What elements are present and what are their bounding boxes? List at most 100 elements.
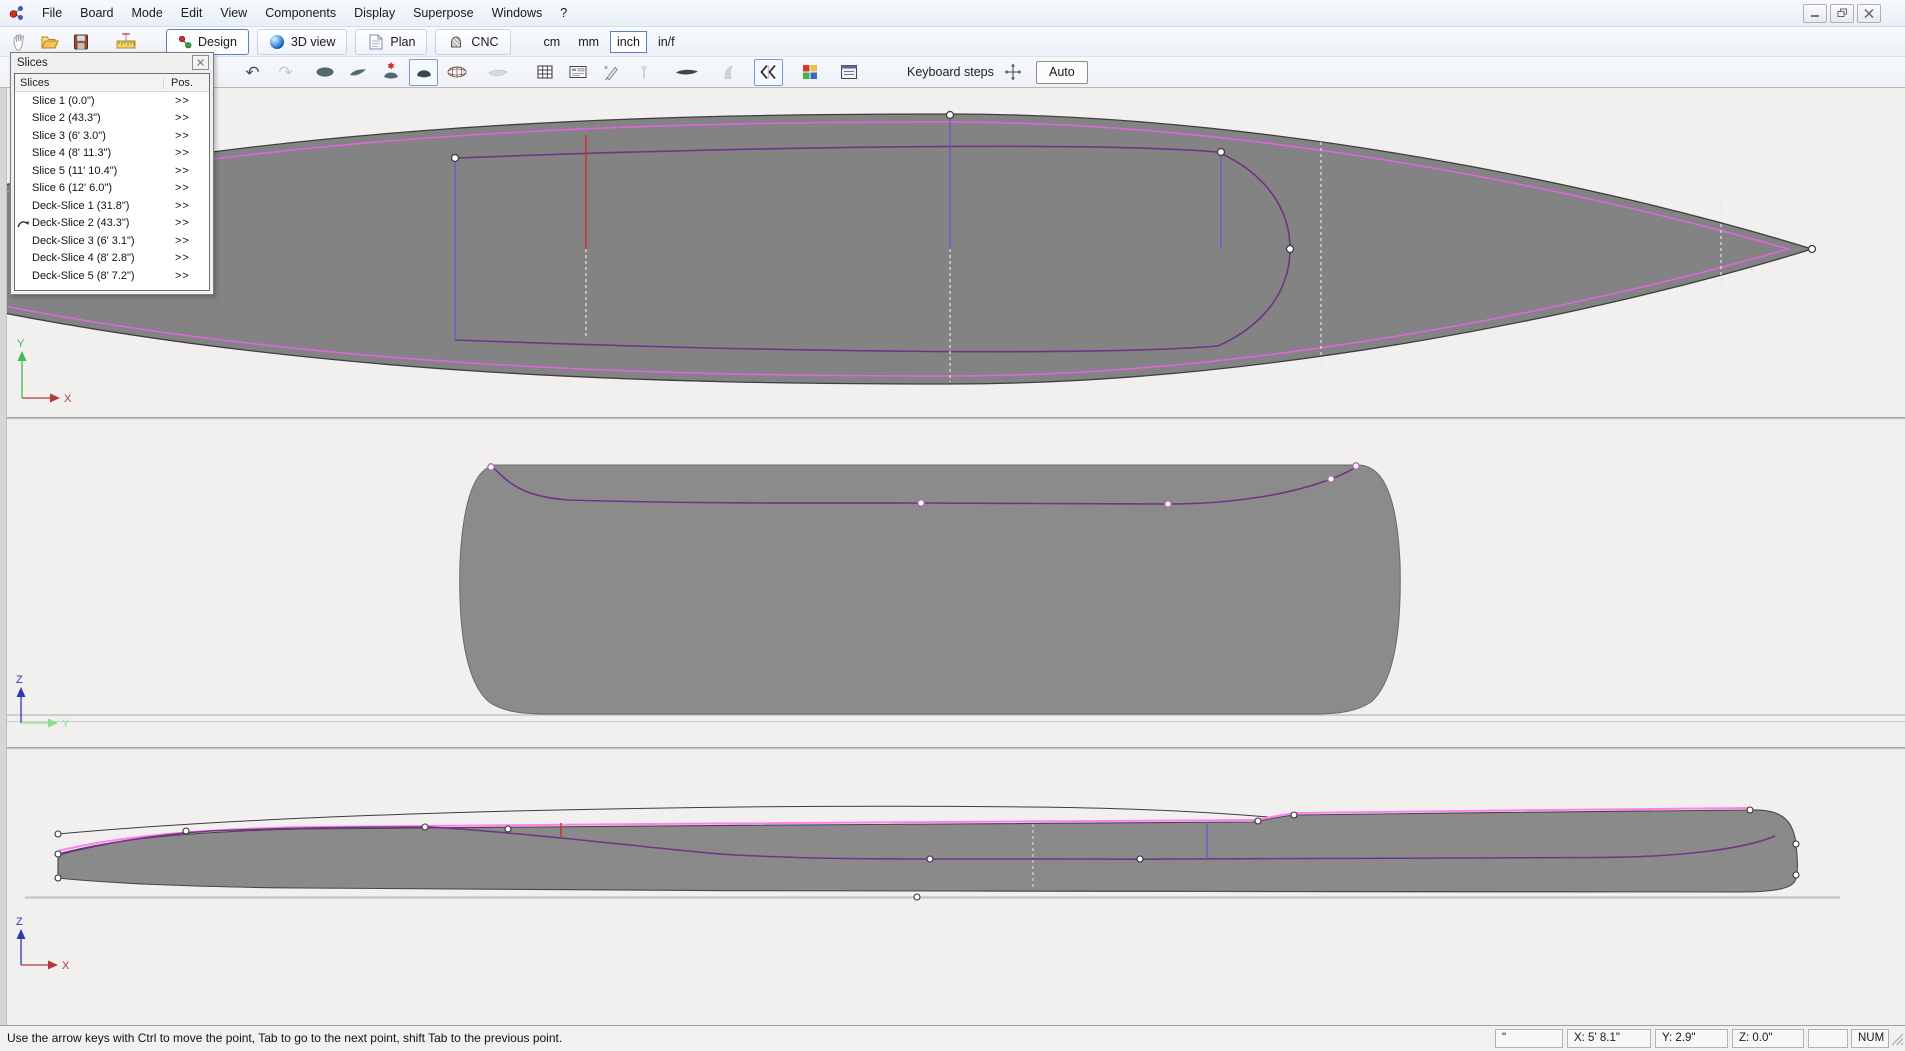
bottom-view-icon[interactable]	[672, 59, 701, 86]
menu-display[interactable]: Display	[345, 0, 404, 26]
cross-section-view[interactable]: Z Y	[0, 420, 1905, 747]
auto-button[interactable]: Auto	[1036, 61, 1088, 84]
menu-components[interactable]: Components	[256, 0, 345, 26]
color-palette-icon[interactable]	[795, 59, 824, 86]
flow-lines-icon[interactable]	[754, 59, 783, 86]
spin-template-icon[interactable]	[483, 59, 512, 86]
unit-inf[interactable]: in/f	[651, 31, 682, 53]
control-point[interactable]	[1291, 812, 1297, 818]
menu-superpose[interactable]: Superpose	[404, 0, 482, 26]
slices-panel-close-icon[interactable]	[192, 55, 209, 70]
control-point[interactable]	[1287, 246, 1294, 253]
slice-row[interactable]: Deck-Slice 1 (31.8") >>	[15, 197, 209, 215]
control-point[interactable]	[1328, 476, 1334, 482]
slice-row[interactable]: Deck-Slice 3 (6' 3.1") >>	[15, 232, 209, 250]
3d-view-mode-button[interactable]: 3D view	[257, 29, 347, 55]
cut-measure-icon[interactable]: ×	[596, 59, 625, 86]
control-point[interactable]	[1793, 841, 1799, 847]
menu-mode[interactable]: Mode	[123, 0, 172, 26]
slice-pos-button[interactable]: >>	[163, 182, 209, 194]
menu-view[interactable]: View	[211, 0, 256, 26]
slice-row[interactable]: Slice 1 (0.0") >>	[15, 92, 209, 110]
slice-pos-button[interactable]: >>	[163, 165, 209, 177]
menu-file[interactable]: File	[33, 0, 71, 26]
control-point[interactable]	[1137, 856, 1143, 862]
control-point[interactable]	[422, 824, 428, 830]
control-point[interactable]	[1809, 246, 1816, 253]
control-point[interactable]	[927, 856, 933, 862]
unit-mm[interactable]: mm	[571, 31, 606, 53]
side-view[interactable]: Z X	[0, 750, 1905, 1025]
mesh-view-icon[interactable]	[442, 59, 471, 86]
keyboard-steps-label: Keyboard steps	[907, 65, 994, 79]
measure-ruler-icon[interactable]	[113, 29, 139, 55]
menu-help[interactable]: ?	[551, 0, 576, 26]
restore-icon[interactable]	[1830, 4, 1854, 23]
control-point[interactable]	[1353, 463, 1359, 469]
control-point[interactable]	[452, 155, 459, 162]
control-point[interactable]	[55, 851, 61, 857]
slice-row[interactable]: Deck-Slice 4 (8' 2.8") >>	[15, 250, 209, 268]
control-point[interactable]	[55, 875, 61, 881]
slice-view-icon[interactable]	[409, 59, 438, 86]
rocker-view-icon[interactable]	[343, 59, 372, 86]
redo-icon[interactable]: ↷	[271, 59, 300, 86]
open-folder-icon[interactable]	[37, 29, 63, 55]
control-point[interactable]	[914, 894, 920, 900]
cnc-mode-button[interactable]: CNC	[435, 29, 510, 55]
slice-pos-button[interactable]: >>	[163, 130, 209, 142]
plan-mode-button[interactable]: Plan	[355, 29, 427, 55]
slice-row[interactable]: Slice 3 (6' 3.0") >>	[15, 127, 209, 145]
control-point[interactable]	[488, 464, 494, 470]
slice-pos-button[interactable]: >>	[163, 147, 209, 159]
undo-icon[interactable]: ↶	[238, 59, 267, 86]
unit-cm[interactable]: cm	[537, 31, 568, 53]
grab-tool-icon[interactable]	[6, 29, 32, 55]
slice-row[interactable]: Slice 5 (11' 10.4") >>	[15, 162, 209, 180]
measurements-icon[interactable]	[563, 59, 592, 86]
control-point[interactable]	[1255, 818, 1261, 824]
slice-row[interactable]: Deck-Slice 5 (8' 7.2") >>	[15, 267, 209, 285]
close-icon[interactable]	[1857, 4, 1881, 23]
control-point[interactable]	[1747, 807, 1753, 813]
slice-pos-button[interactable]: >>	[163, 252, 209, 264]
slice-row[interactable]: Slice 6 (12' 6.0") >>	[15, 180, 209, 198]
plan-view[interactable]: Y X	[0, 88, 1905, 417]
resize-grip[interactable]	[1890, 1032, 1904, 1049]
slice-pos-button[interactable]: >>	[163, 235, 209, 247]
design-mode-button[interactable]: Design	[166, 29, 249, 55]
slice-pos-button[interactable]: >>	[163, 95, 209, 107]
guideline-icon[interactable]	[629, 59, 658, 86]
control-point[interactable]	[1218, 149, 1225, 156]
move-steps-icon[interactable]	[1004, 63, 1022, 81]
viewport-divider[interactable]	[0, 747, 1905, 750]
outline-view-icon[interactable]	[310, 59, 339, 86]
control-point[interactable]	[183, 828, 189, 834]
slice-row[interactable]: Slice 4 (8' 11.3") >>	[15, 145, 209, 163]
grid-icon[interactable]	[530, 59, 559, 86]
menu-board[interactable]: Board	[71, 0, 122, 26]
add-slice-icon[interactable]: ✱	[376, 59, 405, 86]
viewport-divider[interactable]	[0, 417, 1905, 420]
control-point[interactable]	[505, 826, 511, 832]
control-point[interactable]	[918, 500, 924, 506]
slice-pos-button[interactable]: >>	[163, 270, 209, 282]
panel-list-icon[interactable]	[834, 59, 863, 86]
slices-panel-titlebar[interactable]: Slices	[11, 53, 213, 72]
slice-row-active[interactable]: Deck-Slice 2 (43.3") >>	[15, 215, 209, 233]
unit-inch[interactable]: inch	[610, 31, 647, 53]
menu-edit[interactable]: Edit	[172, 0, 212, 26]
control-point[interactable]	[1793, 872, 1799, 878]
fin-icon[interactable]	[713, 59, 742, 86]
control-point[interactable]	[1165, 501, 1171, 507]
control-point[interactable]	[947, 112, 954, 119]
slice-pos-button[interactable]: >>	[163, 217, 209, 229]
slice-pos-button[interactable]: >>	[163, 200, 209, 212]
control-point[interactable]	[55, 831, 61, 837]
save-icon[interactable]	[68, 29, 94, 55]
slice-pos-button[interactable]: >>	[163, 112, 209, 124]
slice-label: Deck-Slice 3 (6' 3.1")	[32, 235, 163, 247]
slice-row[interactable]: Slice 2 (43.3") >>	[15, 110, 209, 128]
menu-windows[interactable]: Windows	[483, 0, 552, 26]
minimize-icon[interactable]	[1803, 4, 1827, 23]
